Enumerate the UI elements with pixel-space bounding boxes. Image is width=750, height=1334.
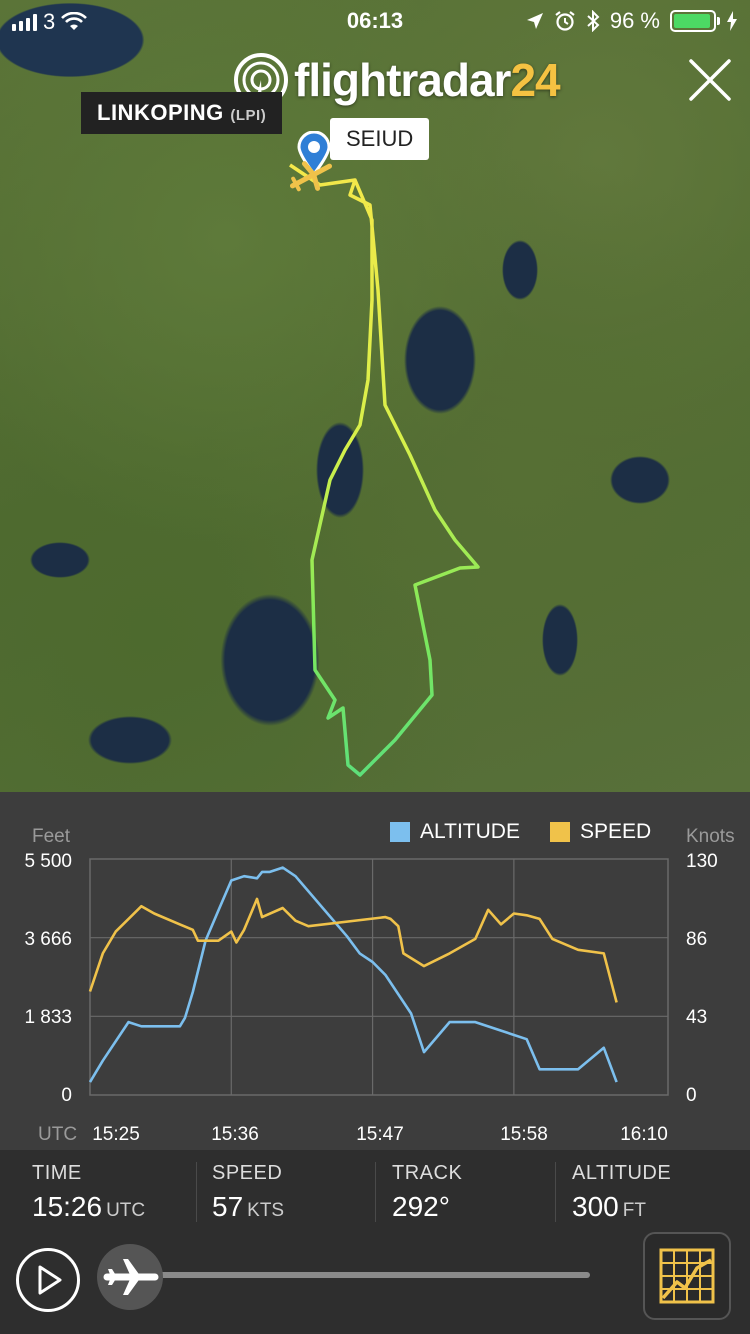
- bluetooth-icon: [587, 10, 600, 32]
- time-unit: UTC: [106, 1200, 146, 1221]
- callsign-label[interactable]: SEIUD: [330, 118, 430, 160]
- playback-slider-track[interactable]: [130, 1272, 590, 1278]
- close-icon: [689, 59, 731, 101]
- route-path: [289, 163, 480, 777]
- speed-label: SPEED: [212, 1162, 283, 1184]
- speed-value: 57: [212, 1191, 244, 1222]
- altitude-series-line: [88, 866, 618, 1083]
- app-root: 3 06:13 96 % flightradar24 LINKOPING (LP…: [0, 0, 750, 1334]
- info-divider: [375, 1162, 376, 1222]
- playback-slider-thumb[interactable]: [97, 1244, 163, 1310]
- satellite-map[interactable]: 3 06:13 96 % flightradar24 LINKOPING (LP…: [0, 0, 750, 792]
- brand-text: flightradar: [294, 54, 511, 106]
- airplane-icon: [103, 1259, 159, 1295]
- play-button[interactable]: [16, 1248, 80, 1312]
- alarm-icon: [555, 11, 575, 31]
- speed-series-line: [88, 897, 618, 1003]
- info-time: TIME 15:26 UTC: [32, 1162, 145, 1223]
- plot-border: [89, 858, 669, 1096]
- playback-controls: [0, 1230, 750, 1334]
- info-speed: SPEED 57 KTS: [212, 1162, 284, 1223]
- info-altitude: ALTITUDE 300 FT: [572, 1162, 671, 1223]
- flight-info-bar: TIME 15:26 UTC SPEED 57 KTS TRACK 292° ALT…: [0, 1150, 750, 1230]
- chart-toggle-button[interactable]: [643, 1232, 731, 1320]
- battery-percent: 96 %: [609, 8, 660, 33]
- info-divider: [196, 1162, 197, 1222]
- brand-number: 24: [510, 54, 560, 106]
- play-icon: [38, 1265, 62, 1295]
- time-value: 15:26: [32, 1191, 103, 1222]
- status-bar: 3 06:13 96 %: [0, 0, 750, 40]
- altitude-unit: FT: [622, 1200, 646, 1221]
- altitude-label: ALTITUDE: [572, 1162, 672, 1184]
- charging-bolt-icon: [727, 11, 737, 31]
- location-arrow-icon: [526, 13, 543, 29]
- speed-unit: KTS: [247, 1200, 285, 1221]
- chart-grid: [89, 858, 669, 1096]
- airport-code: (LPI): [230, 107, 267, 124]
- time-label: TIME: [32, 1162, 82, 1184]
- chart-plot-area: [88, 858, 669, 1096]
- info-track: TRACK 292°: [392, 1162, 462, 1223]
- aircraft-marker-icon[interactable]: [288, 158, 334, 194]
- close-button[interactable]: [682, 52, 738, 108]
- altitude-value: 300: [572, 1191, 619, 1222]
- airport-label[interactable]: LINKOPING (LPI): [81, 92, 283, 134]
- airport-name: LINKOPING: [97, 100, 224, 125]
- chart-grid-icon: [659, 1248, 715, 1304]
- info-divider: [555, 1162, 556, 1222]
- chart-lines: [88, 866, 618, 1083]
- track-label: TRACK: [392, 1162, 463, 1184]
- battery-icon: [670, 10, 720, 32]
- altitude-speed-chart[interactable]: Feet Knots ALTITUDE SPEED 5 500 3 666 1 …: [0, 792, 750, 1150]
- track-value: 292°: [392, 1191, 450, 1222]
